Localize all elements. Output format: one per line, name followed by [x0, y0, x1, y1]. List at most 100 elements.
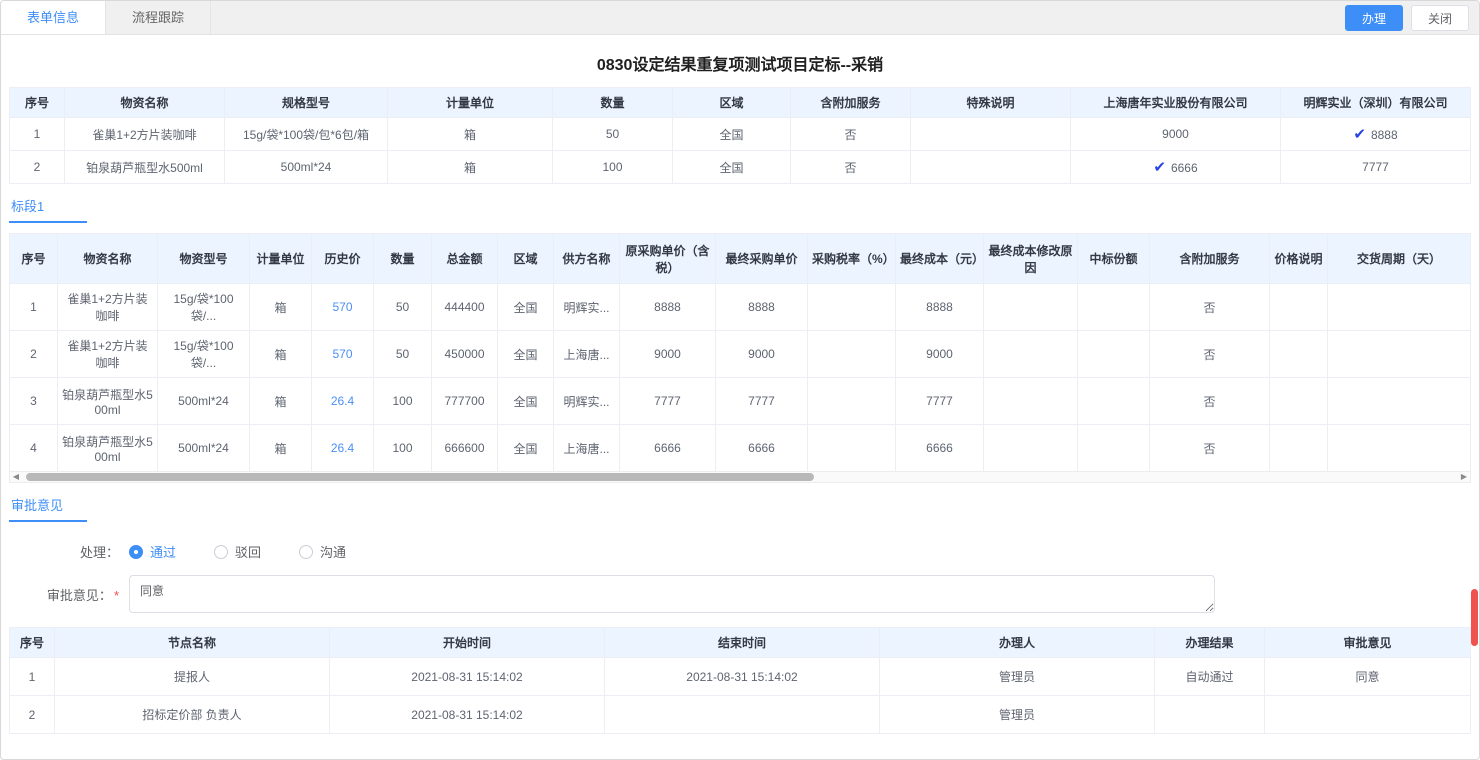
- table-cell: 否: [791, 151, 911, 184]
- column-header: 总金额: [432, 234, 498, 284]
- section-tab-bid-1[interactable]: 标段1: [9, 196, 87, 223]
- cell-text: 全国: [513, 301, 537, 315]
- table-cell: [984, 425, 1078, 472]
- cell-text: 铂泉葫芦瓶型水500ml: [86, 161, 203, 175]
- table-cell: 铂泉葫芦瓶型水500ml: [58, 378, 158, 425]
- cell-text: 9000: [654, 347, 681, 361]
- history-price-link[interactable]: 26.4: [331, 441, 354, 455]
- cell-text: 777700: [444, 394, 484, 408]
- approval-detail-page: 表单信息 流程跟踪 办理 关闭 0830设定结果重复项测试项目定标--采销 序号…: [0, 0, 1480, 760]
- column-header: 原采购单价（含税）: [620, 234, 716, 284]
- table-cell: 自动通过: [1155, 658, 1265, 696]
- table-cell: 15g/袋*100袋/...: [158, 331, 250, 378]
- radio-unselected-icon[interactable]: [214, 545, 228, 559]
- history-price-link[interactable]: 570: [332, 347, 352, 361]
- process-history-table: 序号节点名称开始时间结束时间办理人办理结果审批意见1提报人2021-08-31 …: [9, 627, 1471, 734]
- table-cell: 明辉实...: [554, 284, 620, 331]
- radio-option-reject[interactable]: 驳回: [214, 542, 261, 561]
- cell-text: 6666: [654, 441, 681, 455]
- column-header: 序号: [10, 88, 65, 118]
- handle-button[interactable]: 办理: [1345, 5, 1403, 31]
- table-cell: 450000: [432, 331, 498, 378]
- cell-text: 同意: [1355, 670, 1379, 684]
- radio-label: 通过: [150, 542, 176, 561]
- column-header: 办理结果: [1155, 628, 1265, 658]
- scroll-left-icon[interactable]: ◀: [10, 472, 22, 482]
- cell-text: 2021-08-31 15:14:02: [411, 708, 522, 722]
- table-cell: [1078, 284, 1150, 331]
- cell-text: 全国: [513, 348, 537, 362]
- cell-text: 450000: [444, 347, 484, 361]
- winning-check-icon: ✔: [1353, 126, 1366, 143]
- table-cell: 3: [10, 378, 58, 425]
- column-header: 物资名称: [58, 234, 158, 284]
- cell-text: 1: [34, 127, 41, 141]
- table-cell: [808, 331, 896, 378]
- table-cell: 26.4: [312, 425, 374, 472]
- cell-text: 15g/袋*100袋/包*6包/箱: [243, 128, 369, 142]
- cell-text: 雀巢1+2方片装咖啡: [67, 339, 147, 370]
- column-header: 计量单位: [250, 234, 312, 284]
- column-header: 供方名称: [554, 234, 620, 284]
- cell-text: 7777: [654, 394, 681, 408]
- radio-option-approve[interactable]: 通过: [129, 542, 176, 561]
- radio-selected-icon[interactable]: [129, 545, 143, 559]
- radio-label: 驳回: [235, 542, 261, 561]
- cell-text: 箱: [274, 442, 286, 456]
- horizontal-scrollbar-thumb[interactable]: [26, 473, 814, 481]
- table-cell: [1328, 284, 1471, 331]
- section-tab-approval-opinion[interactable]: 审批意见: [9, 495, 87, 522]
- table-cell: 箱: [388, 118, 553, 151]
- history-price-link[interactable]: 570: [332, 300, 352, 314]
- cell-text: 提报人: [174, 670, 210, 684]
- column-header: 计量单位: [388, 88, 553, 118]
- table-cell: 铂泉葫芦瓶型水500ml: [58, 425, 158, 472]
- table-cell: 570: [312, 331, 374, 378]
- cell-text: 否: [1203, 301, 1215, 315]
- table-row: 2招标定价部 负责人2021-08-31 15:14:02管理员: [10, 696, 1471, 734]
- column-header: 含附加服务: [1150, 234, 1270, 284]
- cell-text: 500ml*24: [178, 394, 229, 408]
- table-cell: [1328, 425, 1471, 472]
- table-cell: 2021-08-31 15:14:02: [605, 658, 880, 696]
- tab-form-info[interactable]: 表单信息: [1, 1, 106, 34]
- column-header: 中标份额: [1078, 234, 1150, 284]
- table-cell: [1328, 378, 1471, 425]
- cell-text: 9000: [1162, 127, 1189, 141]
- cell-text: 2021-08-31 15:14:02: [686, 670, 797, 684]
- table-cell: 50: [374, 284, 432, 331]
- radio-unselected-icon[interactable]: [299, 545, 313, 559]
- cell-text: 箱: [464, 161, 476, 175]
- table-cell: 全国: [498, 284, 554, 331]
- close-button[interactable]: 关闭: [1411, 5, 1469, 31]
- cell-text: 1: [29, 670, 36, 684]
- table-row: 1提报人2021-08-31 15:14:022021-08-31 15:14:…: [10, 658, 1471, 696]
- tabbar-spacer: [211, 1, 1341, 34]
- scroll-right-icon[interactable]: ▶: [1458, 472, 1470, 482]
- table-cell: [911, 151, 1071, 184]
- cell-text: 3: [30, 394, 37, 408]
- tab-process-tracking[interactable]: 流程跟踪: [106, 1, 211, 34]
- cell-text: 9000: [926, 347, 953, 361]
- page-title: 0830设定结果重复项测试项目定标--采销: [9, 51, 1471, 75]
- table-cell: 50: [374, 331, 432, 378]
- cell-text: 雀巢1+2方片装咖啡: [67, 292, 147, 323]
- table-cell: 50: [553, 118, 673, 151]
- table-cell: [1270, 378, 1328, 425]
- cell-text: 15g/袋*100袋/...: [173, 339, 233, 370]
- table-cell: 7777: [1281, 151, 1471, 184]
- cell-text: 7777: [926, 394, 953, 408]
- table-cell: 箱: [250, 425, 312, 472]
- radio-option-communicate[interactable]: 沟通: [299, 542, 346, 561]
- cell-text: 8888: [1371, 128, 1398, 142]
- history-price-link[interactable]: 26.4: [331, 394, 354, 408]
- column-header: 含附加服务: [791, 88, 911, 118]
- cell-text: 2: [30, 347, 37, 361]
- table-cell: 箱: [388, 151, 553, 184]
- table-cell: 箱: [250, 378, 312, 425]
- approval-comment-input[interactable]: 同意: [129, 575, 1215, 613]
- cell-text: 全国: [719, 161, 743, 175]
- cell-text: 全国: [513, 442, 537, 456]
- horizontal-scrollbar[interactable]: ◀ ▶: [9, 471, 1471, 483]
- vertical-scrollbar-thumb[interactable]: [1471, 589, 1478, 646]
